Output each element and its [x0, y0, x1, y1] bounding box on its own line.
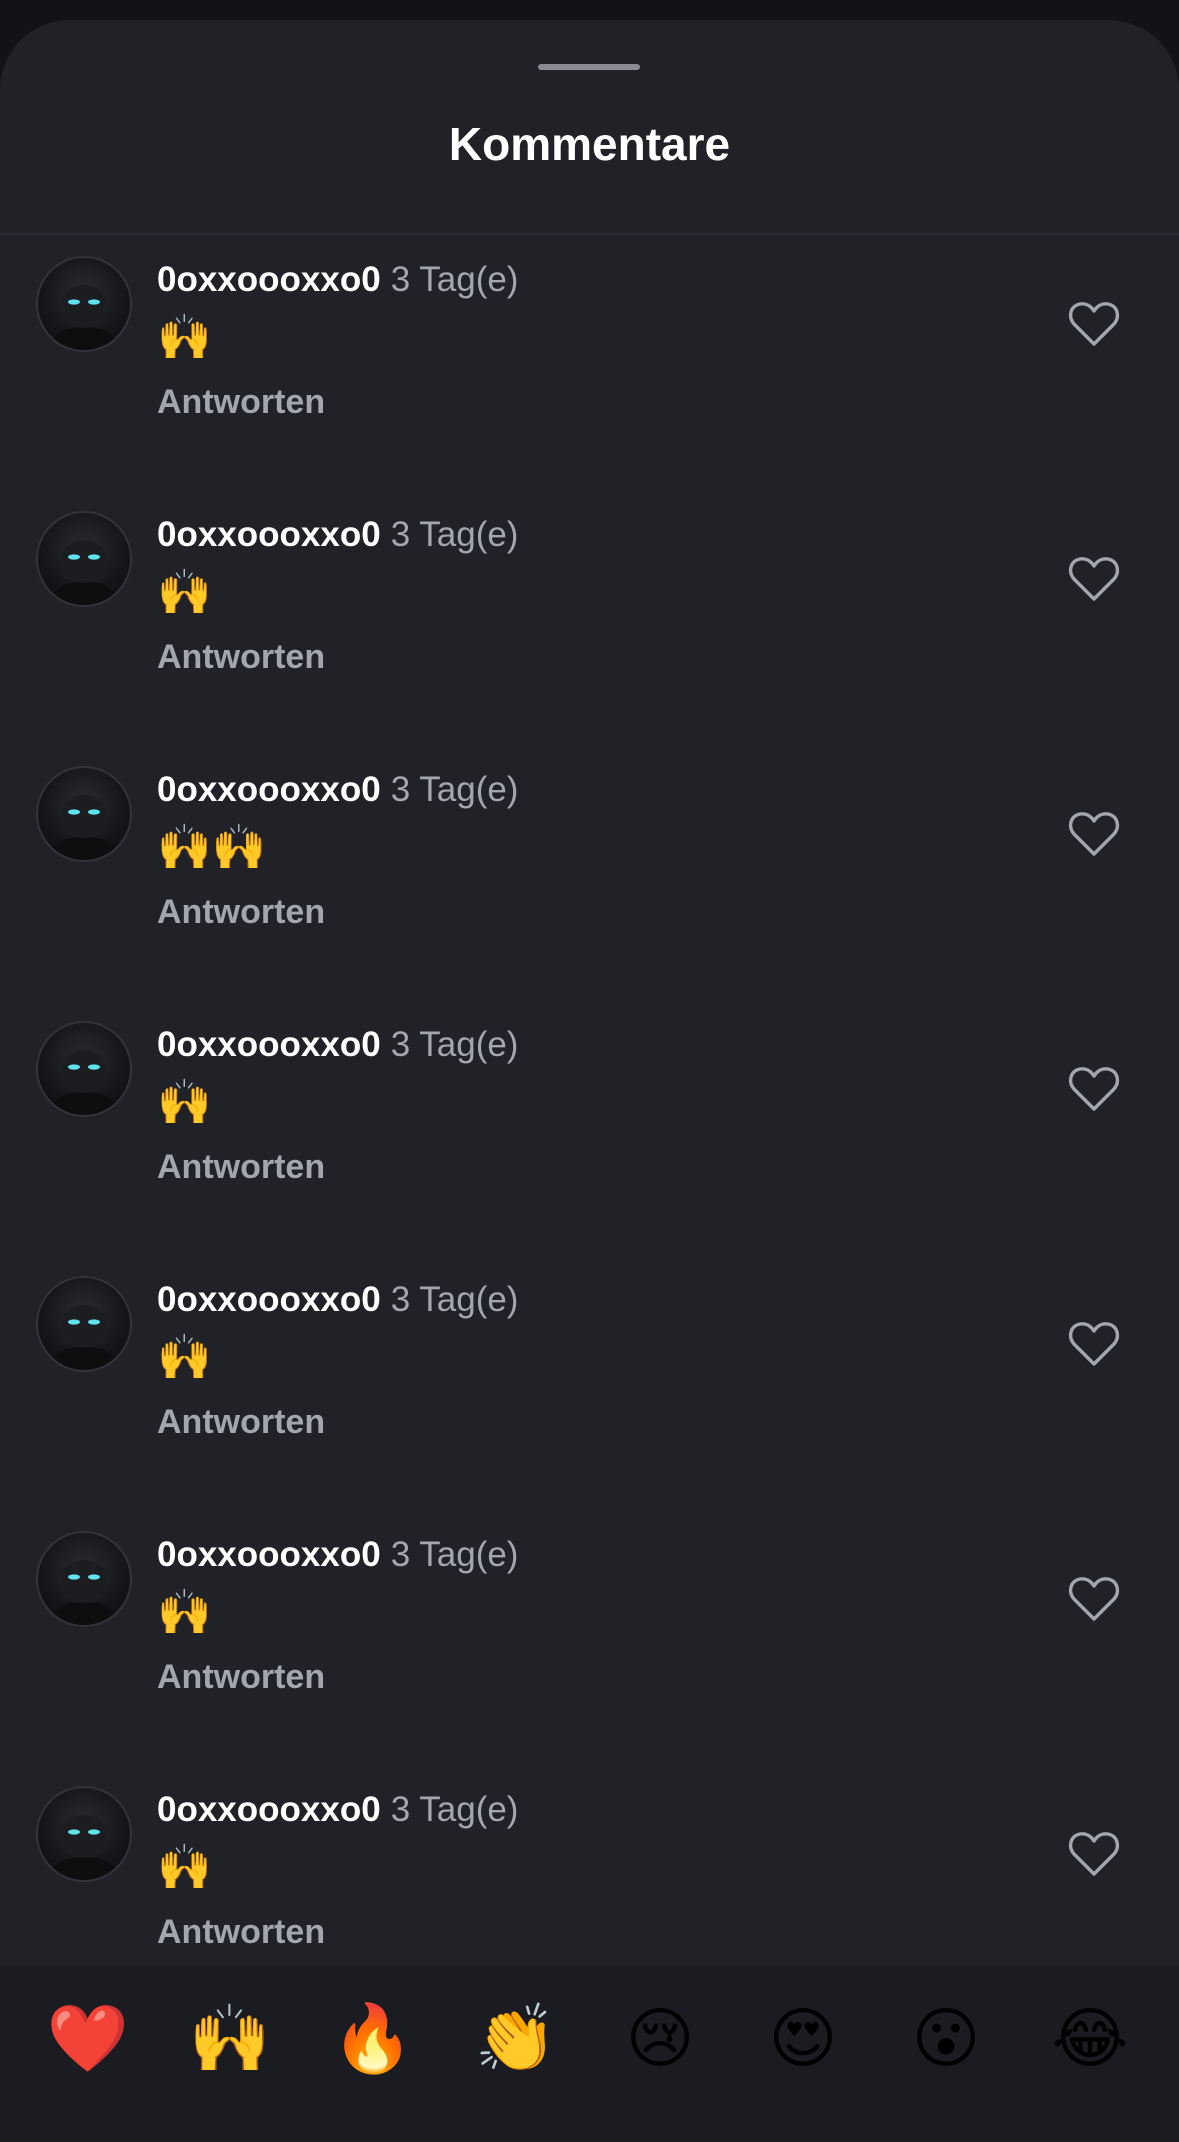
- comment-meta: 0oxxoooxxo0 3 Tag(e): [157, 1278, 518, 1322]
- reaction-heart-eyes[interactable]: 😍: [753, 1988, 853, 2088]
- avatar[interactable]: [36, 511, 132, 607]
- comment-item: 0oxxoooxxo0 3 Tag(e) 🙌 Antworten: [0, 511, 1179, 766]
- quick-reaction-bar: ❤️ 🙌 🔥 👏 😢 😍 😮 😂: [0, 1966, 1179, 2142]
- avatar-image: [48, 795, 120, 860]
- comment-username[interactable]: 0oxxoooxxo0: [157, 515, 381, 554]
- comment-username[interactable]: 0oxxoooxxo0: [157, 1280, 381, 1319]
- comment-username[interactable]: 0oxxoooxxo0: [157, 770, 381, 809]
- comment-meta: 0oxxoooxxo0 3 Tag(e): [157, 258, 518, 302]
- comment-text: 🙌: [157, 568, 212, 617]
- reply-button[interactable]: Antworten: [157, 380, 325, 424]
- comment-time: 3 Tag(e): [390, 1280, 519, 1319]
- comment-time: 3 Tag(e): [390, 1025, 519, 1064]
- reply-button[interactable]: Antworten: [157, 1910, 325, 1954]
- avatar[interactable]: [36, 1276, 132, 1372]
- avatar[interactable]: [36, 1786, 132, 1882]
- reaction-clapping-hands[interactable]: 👏: [466, 1988, 566, 2088]
- comment-item: 0oxxoooxxo0 3 Tag(e) 🙌 Antworten: [0, 256, 1179, 511]
- reply-button[interactable]: Antworten: [157, 1400, 325, 1444]
- comment-text: 🙌: [157, 1843, 212, 1892]
- reaction-fire[interactable]: 🔥: [323, 1988, 423, 2088]
- comment-text: 🙌: [157, 1078, 212, 1127]
- comment-username[interactable]: 0oxxoooxxo0: [157, 260, 381, 299]
- avatar[interactable]: [36, 1021, 132, 1117]
- avatar-image: [48, 540, 120, 605]
- comment-time: 3 Tag(e): [390, 1535, 519, 1574]
- comment-meta: 0oxxoooxxo0 3 Tag(e): [157, 768, 518, 812]
- avatar-image: [48, 1305, 120, 1370]
- heart-outline-icon[interactable]: [1068, 810, 1120, 858]
- comment-time: 3 Tag(e): [390, 515, 519, 554]
- reaction-heart[interactable]: ❤️: [38, 1988, 138, 2088]
- reply-button[interactable]: Antworten: [157, 635, 325, 679]
- comment-username[interactable]: 0oxxoooxxo0: [157, 1535, 381, 1574]
- avatar-image: [48, 1560, 120, 1625]
- comment-meta: 0oxxoooxxo0 3 Tag(e): [157, 1533, 518, 1577]
- avatar-image: [48, 285, 120, 350]
- reaction-raising-hands[interactable]: 🙌: [180, 1988, 280, 2088]
- reaction-crying-face[interactable]: 😢: [610, 1988, 710, 2088]
- comment-username[interactable]: 0oxxoooxxo0: [157, 1790, 381, 1829]
- comment-meta: 0oxxoooxxo0 3 Tag(e): [157, 1023, 518, 1067]
- avatar[interactable]: [36, 1531, 132, 1627]
- comment-text: 🙌: [157, 1333, 212, 1382]
- comment-text: 🙌: [157, 313, 212, 362]
- avatar-image: [48, 1050, 120, 1115]
- avatar[interactable]: [36, 766, 132, 862]
- comments-sheet: Kommentare 0oxxoooxxo0 3 Tag(e) 🙌 Antwort…: [0, 20, 1179, 2142]
- comment-text: 🙌🙌: [157, 823, 267, 872]
- comment-item: 0oxxoooxxo0 3 Tag(e) 🙌 Antworten: [0, 1276, 1179, 1531]
- comment-time: 3 Tag(e): [390, 1790, 519, 1829]
- heart-outline-icon[interactable]: [1068, 1065, 1120, 1113]
- comment-meta: 0oxxoooxxo0 3 Tag(e): [157, 1788, 518, 1832]
- comment-time: 3 Tag(e): [390, 770, 519, 809]
- comment-text: 🙌: [157, 1588, 212, 1637]
- avatar-image: [48, 1815, 120, 1880]
- drag-handle[interactable]: [538, 64, 640, 70]
- reaction-laughing-face[interactable]: 😂: [1040, 1988, 1140, 2088]
- reply-button[interactable]: Antworten: [157, 890, 325, 934]
- reaction-surprised-face[interactable]: 😮: [896, 1988, 996, 2088]
- reply-button[interactable]: Antworten: [157, 1655, 325, 1699]
- heart-outline-icon[interactable]: [1068, 1575, 1120, 1623]
- sheet-title: Kommentare: [448, 118, 731, 170]
- comment-time: 3 Tag(e): [390, 260, 519, 299]
- comment-username[interactable]: 0oxxoooxxo0: [157, 1025, 381, 1064]
- heart-outline-icon[interactable]: [1068, 1320, 1120, 1368]
- heart-outline-icon[interactable]: [1068, 555, 1120, 603]
- heart-outline-icon[interactable]: [1068, 1830, 1120, 1878]
- header-divider: [0, 233, 1179, 235]
- avatar[interactable]: [36, 256, 132, 352]
- comment-meta: 0oxxoooxxo0 3 Tag(e): [157, 513, 518, 557]
- comment-item: 0oxxoooxxo0 3 Tag(e) 🙌 Antworten: [0, 1021, 1179, 1276]
- reply-button[interactable]: Antworten: [157, 1145, 325, 1189]
- comment-item: 0oxxoooxxo0 3 Tag(e) 🙌🙌 Antworten: [0, 766, 1179, 1021]
- comment-item: 0oxxoooxxo0 3 Tag(e) 🙌 Antworten: [0, 1531, 1179, 1786]
- heart-outline-icon[interactable]: [1068, 300, 1120, 348]
